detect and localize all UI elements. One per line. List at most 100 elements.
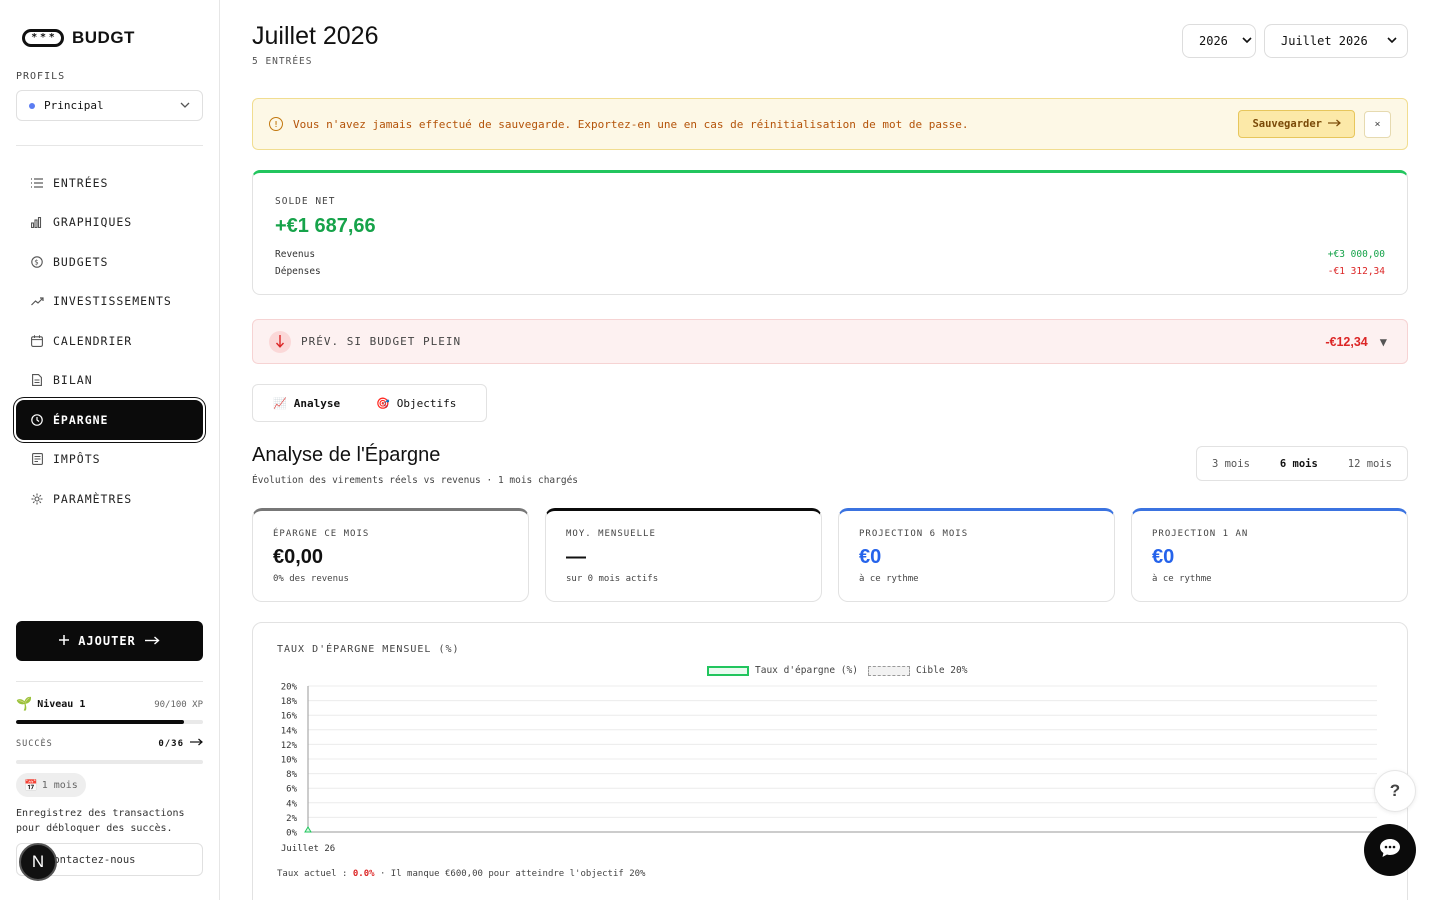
period-selector: 3 mois 6 mois 12 mois: [1196, 446, 1408, 481]
profiles-label: PROFILS: [16, 71, 66, 82]
profile-name: Principal: [44, 99, 104, 112]
revenus-value: +€3 000,00: [1327, 249, 1385, 260]
depenses-value: -€1 312,34: [1327, 266, 1385, 277]
sidebar-divider: [16, 145, 203, 146]
prevision-label: PRÉV. SI BUDGET PLEIN: [301, 335, 462, 348]
close-warning-button[interactable]: ×: [1364, 110, 1391, 138]
depenses-label: Dépenses: [275, 266, 321, 277]
chat-bubble-icon: [1379, 838, 1401, 862]
succes-label: SUCCÈS: [16, 738, 53, 749]
succes-progress-bar: [16, 760, 203, 764]
logo-text: BUDGT: [72, 28, 135, 47]
data-point-taux: [304, 826, 312, 833]
sidebar: * * * BUDGT PROFILS Principal ENTRÉES GR…: [0, 0, 220, 900]
logo[interactable]: * * * BUDGT: [22, 28, 135, 48]
calendar-icon: [30, 334, 44, 348]
sidebar-item-bilan[interactable]: BILAN: [16, 361, 203, 401]
chart-footer: Taux actuel : 0.0% · Il manque €600,00 p…: [277, 869, 645, 879]
profile-select[interactable]: Principal: [16, 90, 203, 121]
backup-warning-text: Vous n'avez jamais effectué de sauvegard…: [293, 117, 969, 131]
y-tick-label: 20%: [281, 683, 298, 693]
tab-label: Analyse: [293, 396, 341, 410]
expand-caret-icon[interactable]: ▼: [1380, 335, 1387, 349]
y-tick-label: 8%: [286, 770, 297, 780]
tab-label: Objectifs: [396, 396, 457, 410]
kpi-card-epargne-mois: ÉPARGNE CE MOIS €0,00 0% des revenus: [252, 508, 529, 602]
add-button-label: AJOUTER: [78, 634, 136, 648]
kpi-card-projection-6m: PROJECTION 6 MOIS €0 à ce rythme: [838, 508, 1115, 602]
section-title: Analyse de l'Épargne: [252, 444, 441, 466]
sidebar-item-label: IMPÔTS: [53, 452, 101, 467]
add-button[interactable]: AJOUTER: [16, 621, 203, 661]
month-select[interactable]: Juillet 2026: [1264, 24, 1408, 58]
sidebar-item-label: PARAMÈTRES: [53, 491, 133, 506]
arrow-down-icon: [269, 330, 291, 353]
xp-progress-fill: [16, 720, 185, 724]
tab-analyse[interactable]: 📈 Analyse: [273, 397, 340, 410]
period-12-months[interactable]: 12 mois: [1348, 458, 1392, 470]
x-tick-label: Juillet 26: [281, 844, 335, 854]
kpi-subtext: à ce rythme: [859, 574, 919, 584]
sidebar-item-label: BILAN: [53, 373, 93, 388]
svg-text:$: $: [34, 258, 39, 266]
gear-icon: [30, 492, 44, 506]
month-chip-label: 1 mois: [41, 779, 78, 791]
kpi-card-moyenne: MOY. MENSUELLE — sur 0 mois actifs: [545, 508, 822, 602]
footer-suffix: · Il manque €600,00 pour atteindre l'obj…: [374, 869, 646, 879]
revenus-label: Revenus: [275, 249, 316, 260]
footer-prefix: Taux actuel :: [277, 869, 353, 879]
sidebar-item-label: INVESTISSEMENTS: [53, 294, 172, 309]
solde-label: SOLDE NET: [275, 196, 336, 207]
sidebar-item-budgets[interactable]: $ BUDGETS: [16, 242, 203, 282]
tab-objectifs[interactable]: 🎯 Objectifs: [376, 397, 456, 410]
coin-icon: $: [30, 255, 44, 269]
n-badge[interactable]: N: [19, 843, 57, 881]
backup-button[interactable]: Sauvegarder: [1238, 110, 1355, 138]
contact-label: Contactez-nous: [47, 853, 136, 866]
level-row[interactable]: 🌱 Niveau 1 90/100 XP: [16, 697, 203, 712]
profile-color-dot: [29, 102, 35, 109]
kpi-subtext: 0% des revenus: [273, 574, 349, 584]
period-6-months[interactable]: 6 mois: [1280, 458, 1318, 470]
bar-chart-icon: [30, 215, 44, 229]
succes-row[interactable]: SUCCÈS 0/36: [16, 738, 203, 749]
close-icon: ×: [1374, 118, 1381, 130]
kpi-subtext: à ce rythme: [1152, 574, 1212, 584]
period-3-months[interactable]: 3 mois: [1212, 458, 1250, 470]
year-select[interactable]: 2026: [1182, 24, 1256, 58]
sidebar-item-investissements[interactable]: INVESTISSEMENTS: [16, 282, 203, 322]
sidebar-item-label: ENTRÉES: [53, 175, 109, 190]
sidebar-item-label: CALENDRIER: [53, 333, 133, 348]
sidebar-item-graphiques[interactable]: GRAPHIQUES: [16, 203, 203, 243]
month-select-value: Juillet 2026: [1281, 34, 1368, 48]
chevron-down-icon: [1387, 36, 1397, 46]
sidebar-item-parametres[interactable]: PARAMÈTRES: [16, 479, 203, 519]
plus-icon: [59, 634, 70, 648]
kpi-label: ÉPARGNE CE MOIS: [273, 529, 370, 539]
sidebar-item-entrees[interactable]: ENTRÉES: [16, 163, 203, 203]
chat-button[interactable]: [1364, 824, 1416, 876]
y-tick-label: 0%: [286, 829, 297, 839]
savings-rate-chart-card: TAUX D'ÉPARGNE MENSUEL (%) Taux d'épargn…: [252, 622, 1408, 900]
trending-up-icon: [30, 294, 44, 308]
sidebar-item-epargne[interactable]: ÉPARGNE: [16, 400, 203, 440]
sidebar-divider: [16, 681, 203, 682]
y-tick-label: 16%: [281, 712, 298, 722]
y-tick-label: 6%: [286, 785, 297, 795]
arrow-right-icon: [144, 634, 160, 648]
entries-count: 5 ENTRÉES: [252, 56, 313, 67]
kpi-label: PROJECTION 1 AN: [1152, 529, 1249, 539]
kpi-label: PROJECTION 6 MOIS: [859, 529, 969, 539]
sidebar-item-label: GRAPHIQUES: [53, 215, 133, 230]
kpi-card-projection-1a: PROJECTION 1 AN €0 à ce rythme: [1131, 508, 1408, 602]
sidebar-item-calendrier[interactable]: CALENDRIER: [16, 321, 203, 361]
backup-warning: ! Vous n'avez jamais effectué de sauvega…: [252, 98, 1408, 150]
xp-counter: 90/100 XP: [154, 699, 203, 710]
sidebar-item-impots[interactable]: IMPÔTS: [16, 440, 203, 480]
backup-button-label: Sauvegarder: [1252, 118, 1322, 130]
solde-card: SOLDE NET +€1 687,66 Revenus +€3 000,00 …: [252, 170, 1408, 295]
help-button[interactable]: ?: [1374, 770, 1416, 812]
sidebar-item-label: ÉPARGNE: [53, 412, 109, 427]
receipt-icon: [30, 452, 44, 466]
prevision-row[interactable]: PRÉV. SI BUDGET PLEIN -€12,34 ▼: [252, 319, 1408, 364]
